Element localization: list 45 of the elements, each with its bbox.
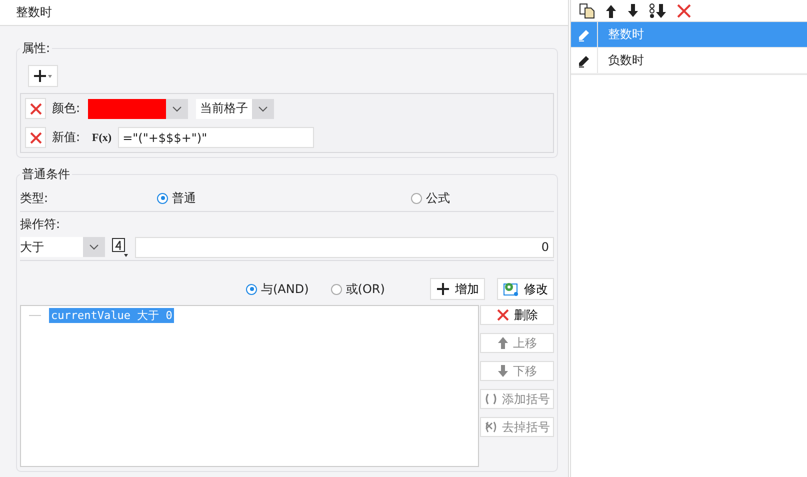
caret-icon (89, 244, 99, 250)
remove-button[interactable] (25, 127, 46, 148)
arrow-up-icon (497, 336, 509, 350)
caret-icon (258, 106, 268, 112)
property-label: 颜色: (52, 100, 80, 117)
formula-button[interactable]: F(x) (90, 132, 114, 144)
remove-brackets-icon (484, 420, 498, 434)
rule-item[interactable]: 负数时 (571, 48, 807, 74)
logic-radio[interactable]: 与(AND) (246, 280, 309, 298)
move-to-bottom-icon[interactable] (649, 2, 667, 18)
type-label: 类型: (20, 190, 50, 206)
copy-icon[interactable] (579, 2, 595, 18)
pencil-icon (577, 54, 591, 68)
add-button[interactable]: 增加 (430, 278, 485, 300)
pencil-icon (577, 28, 591, 42)
modify-button[interactable]: 修改 (497, 278, 554, 300)
formula-field[interactable]: ="("+$$$+")" (118, 127, 314, 148)
operator-label: 操作符: (20, 216, 60, 232)
move-down-icon[interactable] (627, 2, 639, 18)
move-up-icon[interactable] (605, 2, 617, 18)
plus-icon (33, 69, 53, 83)
brackets-icon (484, 392, 498, 406)
value-field[interactable]: 0 (135, 236, 554, 258)
color-dropdown[interactable] (88, 98, 188, 118)
type-radio[interactable]: 公式 (411, 190, 450, 206)
number-type-icon[interactable] (111, 237, 129, 257)
property-label: 新值: (52, 129, 80, 146)
type-radio[interactable]: 普通 (157, 190, 196, 206)
close-icon (496, 308, 510, 322)
plus-icon (436, 282, 450, 296)
panel-title: 整数时 (16, 4, 52, 21)
operator-dropdown[interactable]: 大于 (20, 237, 105, 257)
close-icon (28, 130, 42, 144)
group-legend: 属性: (20, 40, 52, 57)
caret-icon (172, 106, 182, 112)
group-legend: 普通条件 (20, 166, 72, 183)
scope-dropdown[interactable]: 当前格子 (196, 98, 274, 118)
close-icon (28, 102, 42, 116)
logic-radio[interactable]: 或(OR) (330, 280, 385, 298)
remove-button[interactable] (25, 98, 46, 119)
delete-icon[interactable] (677, 4, 691, 18)
add-property-button[interactable] (28, 65, 58, 87)
delete-button[interactable]: 删除 (480, 305, 554, 325)
edit-icon (503, 281, 519, 297)
arrow-down-icon (497, 364, 509, 378)
